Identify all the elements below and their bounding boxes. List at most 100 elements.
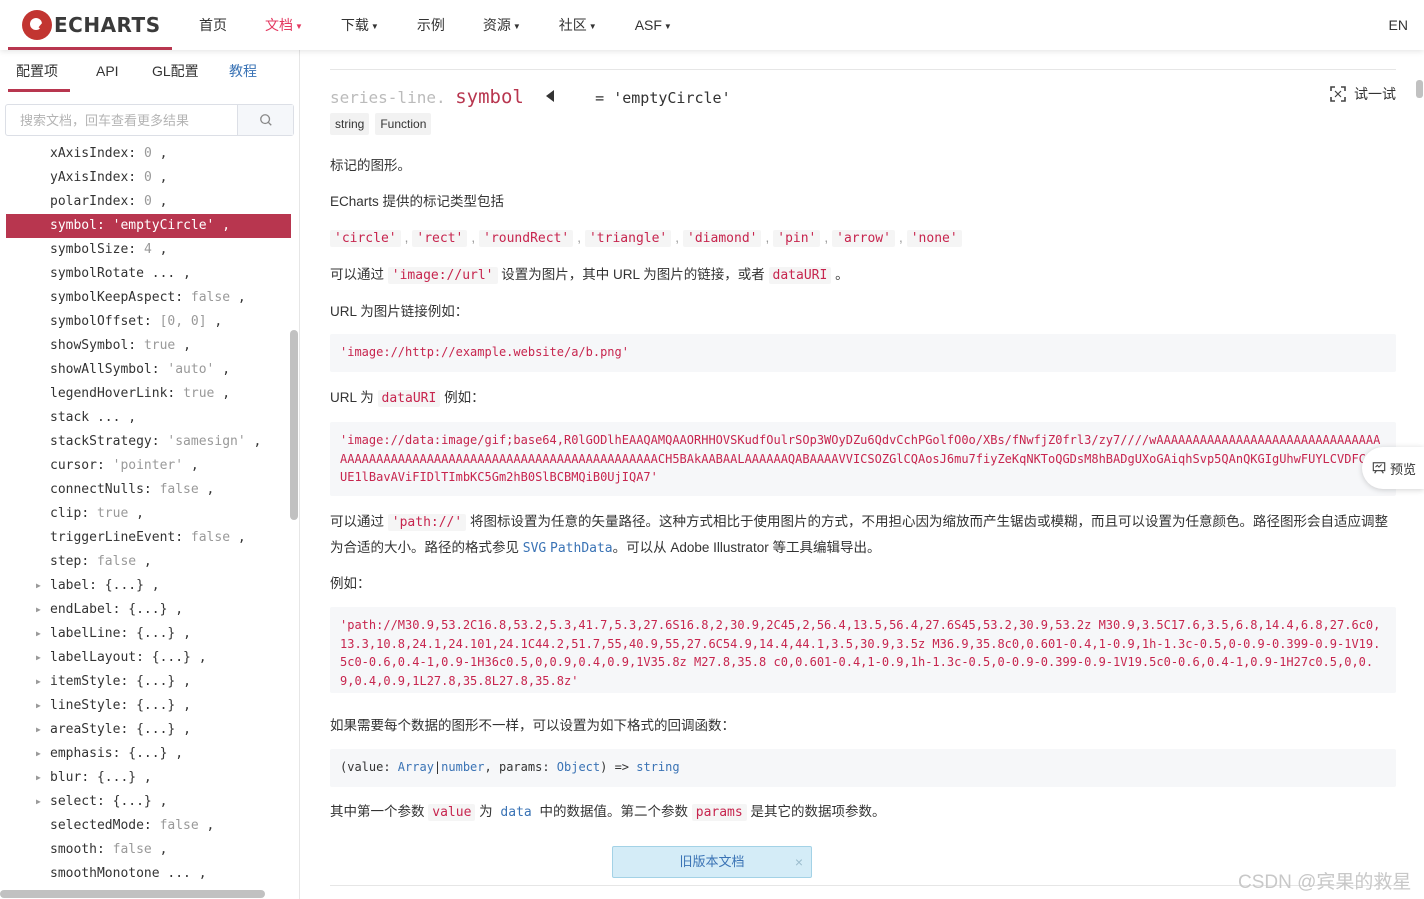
active-tab-underline <box>8 89 70 92</box>
tree-item[interactable]: symbolRotate ... , <box>0 262 292 286</box>
nav-item[interactable]: 文档 ▼ <box>265 0 303 50</box>
tree-item-key: triggerLineEvent <box>50 530 176 545</box>
title-default-value: = 'emptyCircle' <box>595 89 731 107</box>
tree-item[interactable]: ▶ itemStyle: {...} , <box>0 670 292 694</box>
tree-item-key: lineStyle <box>50 698 121 713</box>
tree-item-value: {...} <box>128 602 168 617</box>
description-text: 如果需要每个数据的图形不一样，可以设置为如下格式的回调函数： <box>330 718 735 733</box>
expand-arrow-icon[interactable]: ▶ <box>36 598 41 622</box>
pathdata-link[interactable]: PathData <box>550 541 613 556</box>
tree-item-key: clip <box>50 506 82 521</box>
sidebar-vertical-scrollbar[interactable] <box>290 330 298 520</box>
code-block-path: 'path://M30.9,53.2C16.8,53.2,5.3,41.7,5.… <box>330 607 1396 693</box>
nav-item-label: ASF <box>634 17 662 33</box>
tree-item[interactable]: ▶ labelLayout: {...} , <box>0 646 292 670</box>
tree-item[interactable]: legendHoverLink: true , <box>0 382 292 406</box>
nav-item[interactable]: 示例 <box>417 0 445 50</box>
language-switch[interactable]: EN <box>1389 0 1408 50</box>
tree-item-key: stack <box>50 410 90 425</box>
tab-tutorial[interactable]: 教程 <box>229 50 257 92</box>
tab-options[interactable]: 配置项 <box>16 50 58 92</box>
tree-item[interactable]: stackStrategy: 'samesign' , <box>0 430 292 454</box>
tree-item[interactable]: symbolSize: 4 , <box>0 238 292 262</box>
tree-item[interactable]: smoothMonotone ... , <box>0 862 292 886</box>
tree-item[interactable]: ▶ lineStyle: {...} , <box>0 694 292 718</box>
tree-item[interactable]: showAllSymbol: 'auto' , <box>0 358 292 382</box>
close-icon[interactable]: × <box>795 847 803 877</box>
echarts-logo-icon <box>22 10 52 40</box>
tree-item[interactable]: step: false , <box>0 550 292 574</box>
tree-item[interactable]: ▶ areaStyle: {...} , <box>0 718 292 742</box>
tree-item[interactable]: cursor: 'pointer' , <box>0 454 292 478</box>
nav-item[interactable]: 下载 ▼ <box>341 0 379 50</box>
search-button[interactable] <box>237 105 293 135</box>
tree-item[interactable]: ▶ blur: {...} , <box>0 766 292 790</box>
nav-item-label: 社区 <box>558 17 587 33</box>
tree-item[interactable]: xAxisIndex: 0 , <box>0 142 292 166</box>
text: 其中第一个参数 <box>330 804 429 819</box>
expand-arrow-icon[interactable]: ▶ <box>36 574 41 598</box>
tree-item[interactable]: ▶ endLabel: {...} , <box>0 598 292 622</box>
tree-item-value: 'samesign' <box>167 434 246 449</box>
preview-button[interactable]: 预览 <box>1362 447 1424 489</box>
symbol-type-code: 'roundRect' <box>479 230 574 247</box>
dropdown-caret-icon: ▼ <box>588 22 597 31</box>
tree-item-value: 'pointer' <box>112 458 184 473</box>
expand-arrow-icon[interactable]: ▶ <box>36 646 41 670</box>
tree-item[interactable]: selectedMode: false , <box>0 814 292 838</box>
expand-arrow-icon[interactable]: ▶ <box>36 742 41 766</box>
tab-gl-options[interactable]: GL配置 <box>152 50 199 92</box>
echarts-logo[interactable]: ECHARTS <box>22 9 161 41</box>
tree-item[interactable]: smooth: false , <box>0 838 292 862</box>
expand-arrow-icon[interactable]: ▶ <box>36 718 41 742</box>
tree-item[interactable]: symbolOffset: [0, 0] , <box>0 310 292 334</box>
symbol-type-code: 'diamond' <box>683 230 762 247</box>
tree-item[interactable]: triggerLineEvent: false , <box>0 526 292 550</box>
tree-item[interactable]: ▶ emphasis: {...} , <box>0 742 292 766</box>
tab-api[interactable]: API <box>96 50 119 92</box>
tree-item[interactable]: polarIndex: 0 , <box>0 190 292 214</box>
description-text: 例如： <box>330 576 371 591</box>
search-input[interactable] <box>6 105 237 135</box>
tree-item-value: {...} <box>112 794 152 809</box>
tree-item[interactable]: ▶ labelLine: {...} , <box>0 622 292 646</box>
tree-item-key: itemStyle <box>50 674 121 689</box>
old-version-doc-banner[interactable]: 旧版本文档 × <box>612 846 812 878</box>
tree-item[interactable]: connectNulls: false , <box>0 478 292 502</box>
tree-item-key: blur <box>50 770 82 785</box>
nav-item[interactable]: 资源 ▼ <box>483 0 521 50</box>
symbol-type-code: 'rect' <box>412 230 468 247</box>
tree-item-key: labelLine <box>50 626 121 641</box>
tree-item[interactable]: symbolKeepAspect: false , <box>0 286 292 310</box>
tree-item[interactable]: symbol: 'emptyCircle' , <box>6 214 291 238</box>
symbol-type-code: 'arrow' <box>832 230 895 247</box>
try-it-button[interactable]: 试一试 <box>1330 84 1396 104</box>
option-title: series-line. symbol = 'emptyCircle' <box>330 86 731 114</box>
tree-item-value: 0 <box>143 146 152 161</box>
tree-item[interactable]: ▶ select: {...} , <box>0 790 292 814</box>
list-separator: , <box>675 230 680 245</box>
expand-arrow-icon[interactable]: ▶ <box>36 622 41 646</box>
preview-icon <box>1372 462 1386 474</box>
nav-item[interactable]: 首页 <box>199 0 227 50</box>
old-doc-label: 旧版本文档 <box>679 854 745 869</box>
svg-link[interactable]: SVG <box>523 541 546 556</box>
tree-item-value: {...} <box>136 722 176 737</box>
nav-item[interactable]: ASF ▼ <box>635 0 672 50</box>
nav-item[interactable]: 社区 ▼ <box>559 0 597 50</box>
expand-arrow-icon[interactable]: ▶ <box>36 790 41 814</box>
tree-item-key: labelLayout <box>50 650 137 665</box>
dropdown-caret-icon: ▼ <box>295 22 303 31</box>
expand-arrow-icon[interactable]: ▶ <box>36 670 41 694</box>
tree-item[interactable]: yAxisIndex: 0 , <box>0 166 292 190</box>
expand-arrow-icon[interactable]: ▶ <box>36 766 41 790</box>
tree-item[interactable]: showSymbol: true , <box>0 334 292 358</box>
tree-item-value: ... <box>167 866 191 881</box>
collapse-caret-icon[interactable] <box>545 90 554 102</box>
tree-item[interactable]: clip: true , <box>0 502 292 526</box>
tree-item[interactable]: ▶ label: {...} , <box>0 574 292 598</box>
tree-item[interactable]: stack ... , <box>0 406 292 430</box>
page-scrollbar[interactable] <box>1416 80 1423 98</box>
sidebar-horizontal-scrollbar[interactable] <box>0 890 265 898</box>
expand-arrow-icon[interactable]: ▶ <box>36 694 41 718</box>
